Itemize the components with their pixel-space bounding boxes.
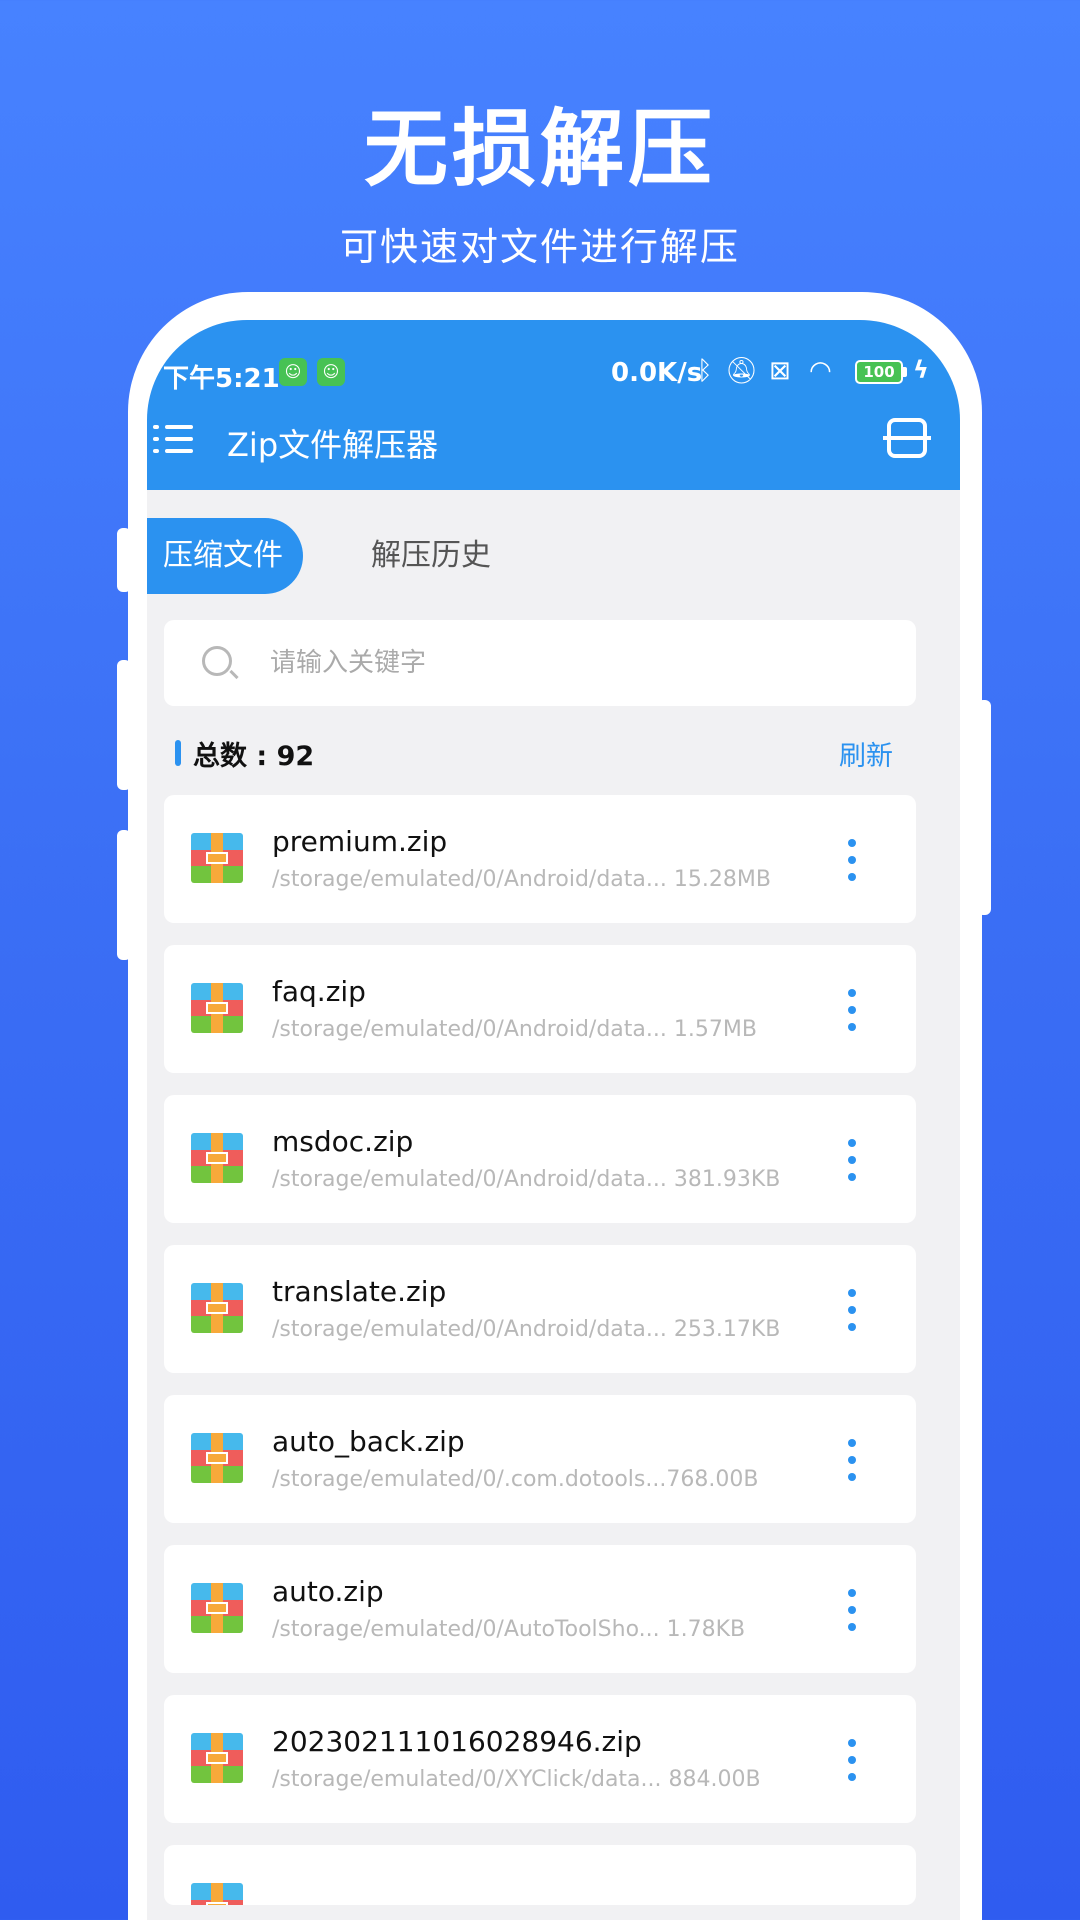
file-size: 1.78KB: [666, 1617, 746, 1642]
notification-app-icon: ☺: [317, 358, 345, 386]
more-vertical-icon[interactable]: [846, 1739, 858, 1783]
more-vertical-icon[interactable]: [846, 1139, 858, 1183]
file-meta: /storage/emulated/0/Android/data... 381.…: [272, 1167, 780, 1192]
phone-side-button: [117, 528, 131, 592]
file-path: /storage/emulated/0/AutoToolSho...: [272, 1617, 660, 1642]
file-path: /storage/emulated/0/Android/data...: [272, 867, 667, 892]
notification-app-icon: ☺: [279, 358, 307, 386]
zip-archive-icon: [191, 1583, 243, 1633]
network-speed: 0.0K/s: [611, 358, 703, 388]
search-icon: [202, 646, 232, 676]
file-size: 15.28MB: [673, 867, 771, 892]
more-vertical-icon[interactable]: [846, 1289, 858, 1333]
zip-archive-icon: [191, 1133, 243, 1183]
more-vertical-icon[interactable]: [846, 839, 858, 883]
zip-archive-icon: [191, 1733, 243, 1783]
file-size: 884.00B: [668, 1767, 761, 1792]
file-name: auto_back.zip: [272, 1425, 465, 1458]
scan-icon[interactable]: [883, 418, 931, 458]
file-name: msdoc.zip: [272, 1125, 414, 1158]
phone-side-button: [977, 700, 991, 915]
file-path: /storage/emulated/0/Android/data...: [272, 1017, 667, 1042]
file-name: translate.zip: [272, 1275, 447, 1308]
battery-icon: 100: [855, 360, 903, 384]
file-meta: /storage/emulated/0/XYClick/data... 884.…: [272, 1767, 761, 1792]
wifi-icon: ◠: [809, 356, 832, 386]
battery-tip: [903, 367, 907, 377]
file-meta: /storage/emulated/0/Android/data... 1.57…: [272, 1017, 757, 1042]
file-size: 381.93KB: [673, 1167, 781, 1192]
charging-icon: ϟ: [913, 356, 929, 384]
file-meta: /storage/emulated/0/Android/data... 15.2…: [272, 867, 771, 892]
status-bar: 下午5:21 ☺ ☺ 0.0K/s ᛒ 🔕︎ ⊠ ◠ 100 ϟ: [147, 340, 960, 394]
file-item[interactable]: faq.zip /storage/emulated/0/Android/data…: [164, 945, 916, 1073]
total-count: 总数 : 92: [193, 741, 315, 772]
phone-screen: 下午5:21 ☺ ☺ 0.0K/s ᛒ 🔕︎ ⊠ ◠ 100 ϟ Zip文件解压…: [147, 320, 960, 1920]
refresh-link[interactable]: 刷新: [839, 734, 893, 773]
file-size: 768.00B: [666, 1467, 759, 1492]
zip-archive-icon: [191, 1283, 243, 1333]
search-box: [164, 620, 916, 706]
no-sim-icon: ⊠: [769, 356, 791, 386]
file-name: faq.zip: [272, 975, 366, 1008]
bluetooth-icon: ᛒ: [697, 356, 713, 386]
file-item[interactable]: auto.zip /storage/emulated/0/AutoToolSho…: [164, 1545, 916, 1673]
file-item[interactable]: premium.zip /storage/emulated/0/Android/…: [164, 795, 916, 923]
mute-bell-icon: 🔕︎: [725, 356, 759, 386]
more-vertical-icon[interactable]: [846, 1589, 858, 1633]
tab-compressed-files[interactable]: 压缩文件: [147, 518, 303, 594]
file-meta: /storage/emulated/0/.com.dotools...768.0…: [272, 1467, 758, 1492]
count-accent-bar: [175, 740, 181, 766]
zip-archive-icon: [191, 983, 243, 1033]
search-input[interactable]: [270, 640, 870, 686]
file-name: premium.zip: [272, 825, 448, 858]
file-meta: /storage/emulated/0/AutoToolSho... 1.78K…: [272, 1617, 745, 1642]
tab-extract-history[interactable]: 解压历史: [371, 518, 491, 594]
file-item[interactable]: 20230211101602894​6.zip /storage/emulate…: [164, 1695, 916, 1823]
phone-side-button: [117, 830, 131, 960]
zip-archive-icon: [191, 1433, 243, 1483]
file-item[interactable]: msdoc.zip /storage/emulated/0/Android/da…: [164, 1095, 916, 1223]
zip-archive-icon: [191, 1883, 243, 1905]
more-vertical-icon[interactable]: [846, 989, 858, 1033]
app-title: Zip文件解压器: [227, 426, 439, 464]
file-path: /storage/emulated/0/Android/data...: [272, 1167, 667, 1192]
file-list: premium.zip /storage/emulated/0/Android/…: [164, 795, 916, 1920]
status-time: 下午5:21: [163, 364, 280, 394]
promo-title: 无损解压: [363, 100, 716, 198]
more-vertical-icon[interactable]: [846, 1439, 858, 1483]
zip-archive-icon: [191, 833, 243, 883]
file-path: /storage/emulated/0/Android/data...: [272, 1317, 667, 1342]
file-meta: /storage/emulated/0/Android/data... 253.…: [272, 1317, 780, 1342]
file-path: /storage/emulated/0/.com.dotools...: [272, 1467, 667, 1492]
file-size: 253.17KB: [673, 1317, 781, 1342]
menu-icon[interactable]: [153, 422, 193, 456]
file-path: /storage/emulated/0/XYClick/data...: [272, 1767, 662, 1792]
file-size: 1.57MB: [673, 1017, 757, 1042]
file-item[interactable]: [164, 1845, 916, 1905]
file-name: 20230211101602894​6.zip: [272, 1725, 642, 1758]
promo-subtitle: 可快速对文件进行解压: [339, 225, 740, 269]
file-name: auto.zip: [272, 1575, 384, 1608]
file-item[interactable]: translate.zip /storage/emulated/0/Androi…: [164, 1245, 916, 1373]
phone-side-button: [117, 660, 131, 790]
app-bar: 下午5:21 ☺ ☺ 0.0K/s ᛒ 🔕︎ ⊠ ◠ 100 ϟ Zip文件解压…: [147, 320, 960, 490]
file-item[interactable]: auto_back.zip /storage/emulated/0/.com.d…: [164, 1395, 916, 1523]
